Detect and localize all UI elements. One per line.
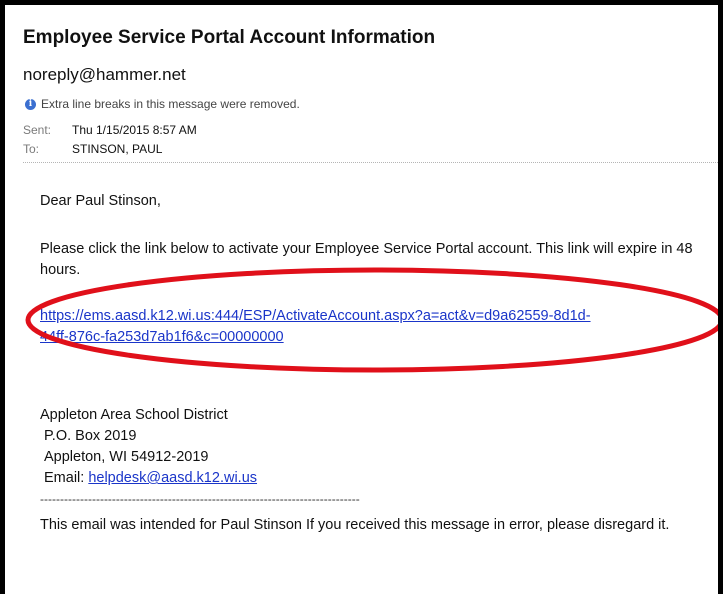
separator-line: ----------------------------------------… [40, 492, 360, 506]
sent-label: Sent: [23, 123, 52, 137]
activation-link-line-1[interactable]: https://ems.aasd.k12.wi.us:444/ESP/Activ… [40, 306, 710, 327]
signature-block: Appleton Area School District P.O. Box 2… [40, 405, 710, 489]
to-recipient[interactable]: STINSON, PAUL [72, 142, 162, 156]
footer-text: This email was intended for Paul Stinson… [40, 517, 670, 533]
body-paragraph: Please click the link below to activate … [40, 241, 693, 278]
activation-link-line-2[interactable]: 44ff-876c-fa253d7ab1f6&c=00000000 [40, 327, 710, 348]
info-notice-bar[interactable]: i Extra line breaks in this message were… [25, 97, 300, 111]
info-icon: i [25, 98, 36, 110]
activation-link[interactable]: https://ems.aasd.k12.wi.us:444/ESP/Activ… [40, 306, 710, 348]
email-label: Email: [44, 470, 89, 486]
header-divider [23, 162, 718, 163]
to-row: To: STINSON, PAUL [23, 142, 162, 156]
sent-row: Sent: Thu 1/15/2015 8:57 AM [23, 123, 197, 137]
email-line: Email: helpdesk@aasd.k12.wi.us [40, 468, 710, 489]
to-label: To: [23, 142, 40, 156]
email-subject: Employee Service Portal Account Informat… [23, 27, 436, 48]
po-box: P.O. Box 2019 [44, 428, 137, 444]
district-name: Appleton Area School District [40, 407, 228, 423]
email-window: Employee Service Portal Account Informat… [5, 5, 718, 594]
email-sender[interactable]: noreply@hammer.net [23, 65, 186, 85]
helpdesk-email-link[interactable]: helpdesk@aasd.k12.wi.us [88, 470, 257, 486]
greeting: Dear Paul Stinson, [40, 193, 161, 209]
city-state: Appleton, WI 54912-2019 [44, 449, 209, 465]
sent-value: Thu 1/15/2015 8:57 AM [72, 123, 197, 137]
info-notice-text: Extra line breaks in this message were r… [41, 97, 300, 111]
